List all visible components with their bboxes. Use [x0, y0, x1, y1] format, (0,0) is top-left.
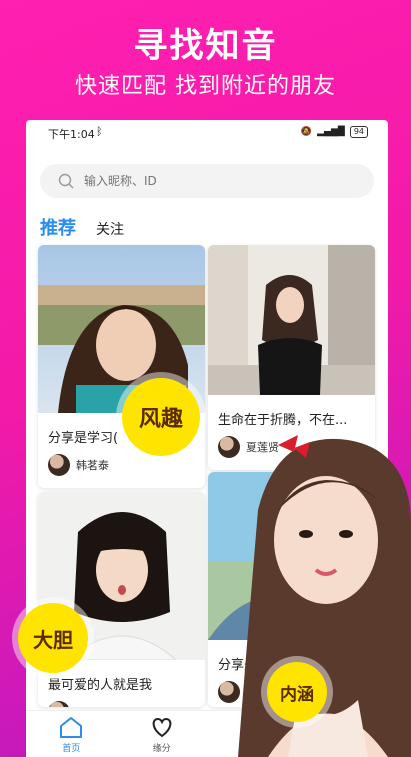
heart-icon — [152, 717, 172, 738]
search-input[interactable] — [84, 174, 334, 188]
feed-card[interactable]: 分享是学习( 韩茗泰 — [38, 245, 205, 488]
post-caption: 最可爱的人就是我 — [48, 678, 153, 693]
tab-recommend[interactable]: 推荐 — [40, 214, 76, 240]
promo-subtitle: 快速匹配 找到附近的朋友 — [75, 74, 336, 99]
author-name: 韩茗泰 — [76, 459, 109, 472]
search-icon — [58, 173, 74, 189]
battery-indicator: 94 — [349, 126, 368, 138]
post-author[interactable]: 韩茗泰 — [38, 454, 205, 476]
post-author[interactable] — [38, 701, 205, 707]
promo-title: 寻找知音 — [133, 26, 278, 66]
signal-icon: ▂▄▆█ — [317, 127, 345, 137]
badge-depth: 内涵 — [267, 662, 327, 722]
badge-bold: 大胆 — [18, 603, 88, 673]
nav-match[interactable]: 缘分 — [132, 711, 192, 757]
model-photo — [238, 435, 411, 757]
nav-label: 缘分 — [152, 744, 171, 754]
mute-icon: 🔕 — [300, 127, 313, 137]
tab-follow[interactable]: 关注 — [96, 219, 124, 239]
status-icons: 🔕 ▂▄▆█ 94 — [301, 126, 368, 138]
bluetooth-icon: ᛒ — [96, 125, 103, 138]
status-time: 下午1:04 — [48, 128, 95, 141]
home-icon — [60, 717, 83, 738]
status-bar: 下午1:04 ᛒ 🔕 ▂▄▆█ 94 — [26, 120, 388, 144]
post-photo — [208, 245, 375, 395]
post-caption: 生命在于折腾，不在... — [218, 413, 348, 428]
avatar — [218, 436, 240, 458]
nav-home[interactable]: 首页 — [41, 711, 101, 757]
nav-label: 首页 — [62, 744, 81, 754]
feed-tabs: 推荐 关注 — [40, 214, 124, 240]
feed-card[interactable]: 最可爱的人就是我 — [38, 492, 205, 707]
avatar — [48, 701, 70, 707]
search-bar[interactable] — [40, 164, 374, 198]
avatar — [218, 681, 240, 703]
badge-witty: 风趣 — [122, 378, 200, 456]
avatar — [48, 454, 70, 476]
